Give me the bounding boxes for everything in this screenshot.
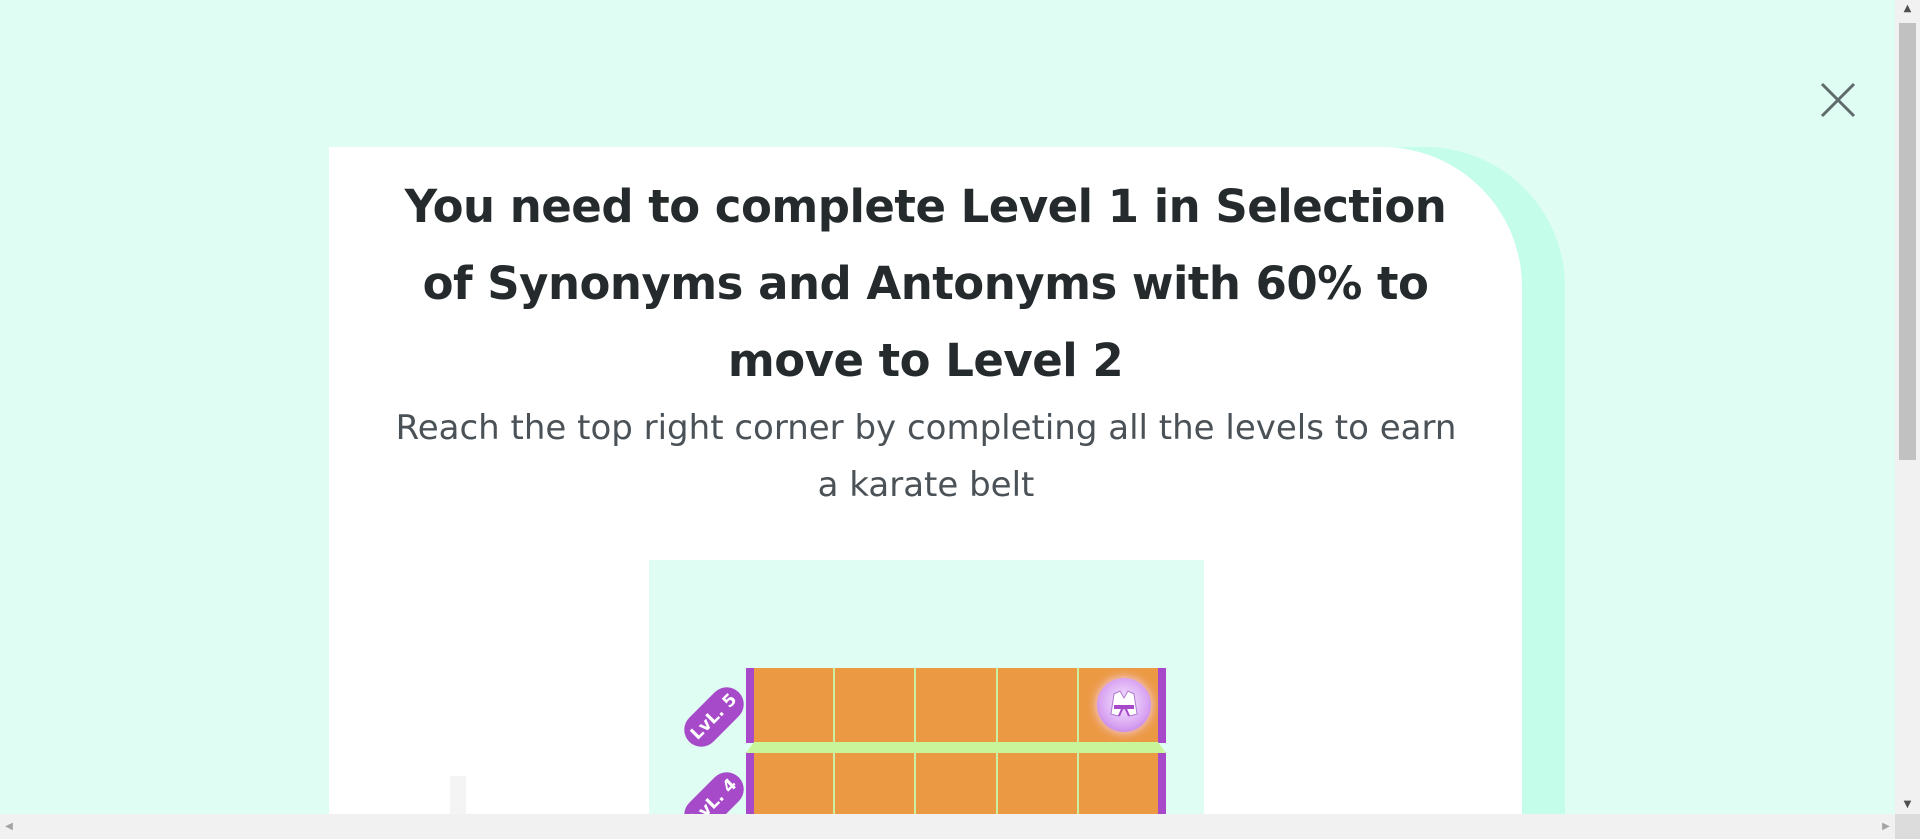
scroll-left-arrow-icon[interactable]: ◀ xyxy=(0,814,18,839)
scrollbar-thumb[interactable] xyxy=(1899,23,1916,460)
level-requirement-title: You need to complete Level 1 in Selectio… xyxy=(404,180,1447,387)
instruction-subtitle: Reach the top right corner by completing… xyxy=(395,408,1457,505)
page: You need to complete Level 1 in Selectio… xyxy=(0,0,1920,839)
level-5-tag: LvL. 5 xyxy=(677,680,751,754)
board-tile xyxy=(998,668,1079,743)
scroll-up-arrow-icon[interactable]: ▲ xyxy=(1895,0,1920,18)
karate-belt-icon xyxy=(1097,678,1151,732)
scrollbar-vertical[interactable]: ▲ ▼ xyxy=(1895,0,1920,814)
board-tile xyxy=(754,668,836,743)
board-tile xyxy=(835,668,917,743)
close-icon xyxy=(1820,82,1856,118)
scrollbar-horizontal[interactable]: ◀ ▶ xyxy=(0,814,1920,839)
close-button[interactable] xyxy=(1818,80,1858,120)
board-tile xyxy=(916,668,998,743)
scroll-right-arrow-icon[interactable]: ▶ xyxy=(1877,814,1895,839)
level-board: LvL. 5 LvL. 4 xyxy=(649,560,1204,839)
level-ledge xyxy=(746,742,1166,753)
scroll-down-arrow-icon[interactable]: ▼ xyxy=(1895,796,1920,814)
scrollbar-corner xyxy=(1895,814,1920,839)
